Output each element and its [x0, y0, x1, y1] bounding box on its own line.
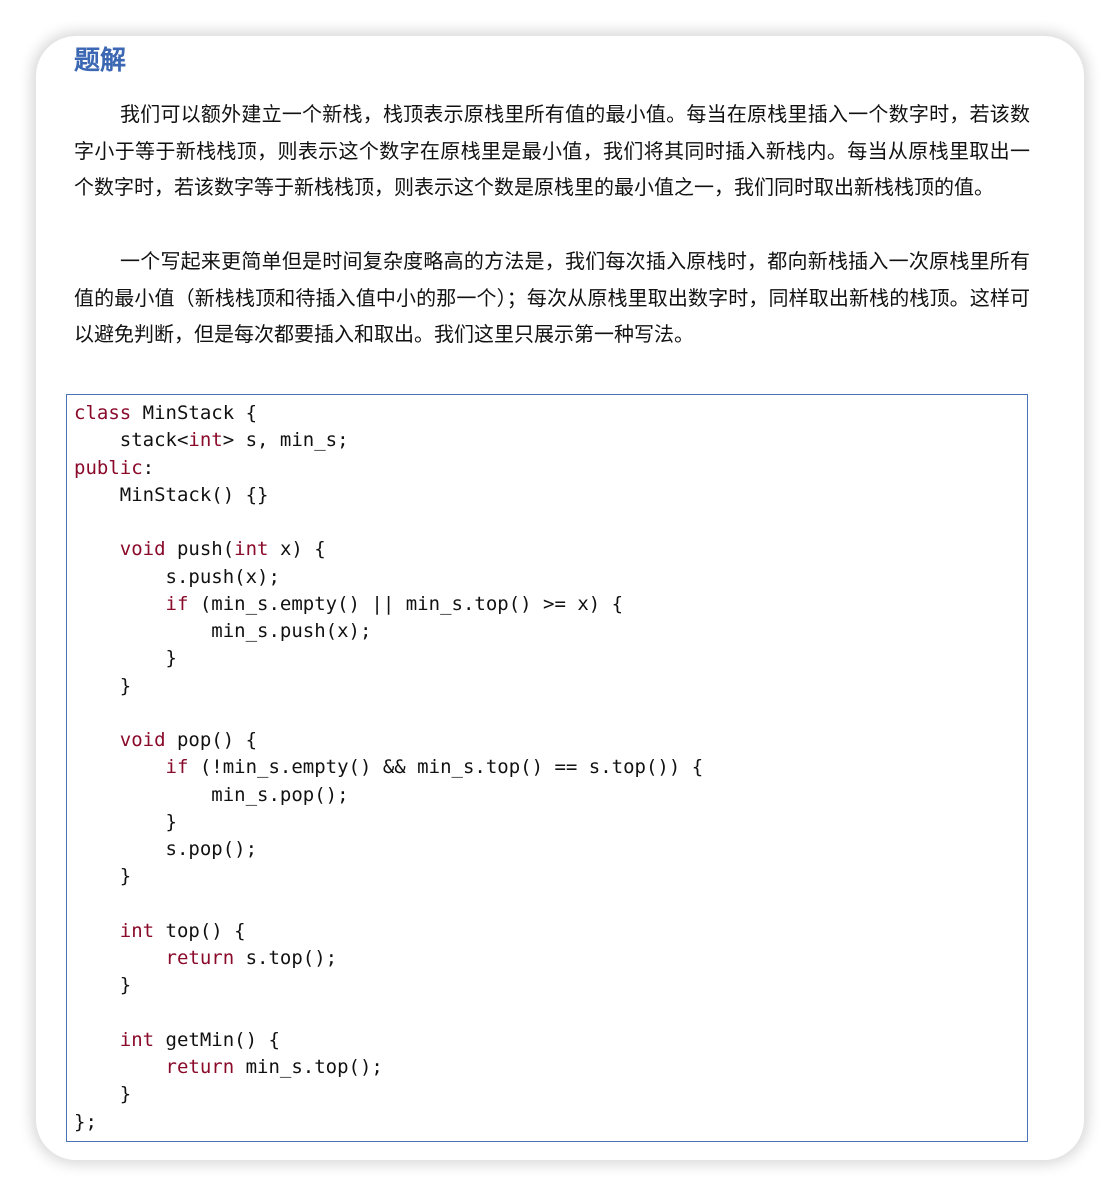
code-block: class MinStack { stack<int> s, min_s; pu… [66, 394, 1028, 1142]
code-text: s.pop(); [74, 838, 258, 860]
code-text: } [74, 810, 177, 833]
code-keyword: return [165, 947, 235, 969]
code-line: min_s.push(x); [74, 620, 371, 642]
code-listing: class MinStack { stack<int> s, min_s; pu… [74, 400, 703, 1136]
code-line: if (min_s.empty() || min_s.top() >= x) { [74, 592, 624, 615]
code-line: } [74, 647, 177, 669]
explanation-paragraph-2: 一个写起来更简单但是时间复杂度略高的方法是，我们每次插入原栈时，都向新栈插入一次… [74, 249, 1030, 347]
code-text: } [74, 974, 132, 997]
code-line: }; [74, 1111, 97, 1133]
code-keyword: int [188, 429, 223, 452]
code-text: min_s.pop(); [74, 783, 349, 806]
code-text: min_s.top(); [234, 1056, 383, 1078]
code-line: min_s.pop(); [74, 783, 349, 806]
code-keyword: if [165, 592, 189, 615]
code-line: return min_s.top(); [74, 1056, 383, 1078]
code-text: }; [74, 1110, 97, 1133]
code-line: MinStack() {} [74, 483, 269, 506]
code-keyword: class [74, 402, 132, 424]
code-line: stack<int> s, min_s; [74, 429, 349, 451]
code-keyword: return [165, 1056, 235, 1078]
code-keyword: void [119, 538, 166, 561]
code-line: int top() { [74, 920, 246, 942]
code-keyword: if [165, 756, 189, 779]
code-text: min_s.push(x); [74, 620, 372, 642]
code-keyword: int [119, 919, 155, 942]
code-line: int getMin() { [74, 1029, 280, 1051]
code-keyword: int [234, 538, 269, 561]
code-line: s.pop(); [74, 838, 258, 860]
code-line: class MinStack { [74, 402, 257, 424]
code-line: void push(int x) { [74, 538, 326, 560]
code-text: } [74, 647, 177, 670]
code-line: } [74, 1083, 131, 1105]
code-keyword: public [74, 456, 143, 479]
solution-card: 题解 我们可以额外建立一个新栈，栈顶表示原栈里所有值的最小值。每当在原栈里插入一… [36, 36, 1084, 1160]
code-keyword: int [119, 1028, 155, 1051]
section-heading: 题解 [74, 46, 127, 76]
code-text: (min_s.empty() || min_s.top() >= x) { [188, 592, 624, 615]
code-line: return s.top(); [74, 947, 338, 969]
code-line: public: [74, 457, 154, 479]
code-text: } [74, 1083, 132, 1106]
code-keyword: void [119, 729, 166, 751]
code-line: s.push(x); [74, 566, 280, 588]
code-text: } [74, 674, 132, 697]
code-text: (!min_s.empty() && min_s.top() == s.top(… [188, 756, 704, 779]
code-line: void pop() { [74, 729, 257, 751]
code-line: } [74, 974, 131, 996]
code-text: : [142, 456, 155, 479]
code-text: top() { [154, 919, 246, 942]
code-text: } [74, 865, 132, 888]
code-text: x) { [268, 538, 326, 561]
explanation-paragraph-1: 我们可以额外建立一个新栈，栈顶表示原栈里所有值的最小值。每当在原栈里插入一个数字… [74, 102, 1030, 200]
code-text: MinStack { [131, 402, 258, 424]
code-text: s.top(); [234, 947, 338, 969]
code-text: > s, min_s; [222, 429, 349, 452]
code-line: } [74, 865, 131, 887]
code-text: pop() { [165, 729, 258, 751]
code-line: } [74, 675, 131, 697]
code-text: MinStack() {} [74, 483, 269, 506]
code-text: push( [165, 538, 235, 561]
code-text: getMin() { [154, 1028, 280, 1051]
code-line: if (!min_s.empty() && min_s.top() == s.t… [74, 756, 704, 779]
code-text: s.push(x); [74, 565, 280, 588]
code-text: stack< [74, 429, 189, 452]
code-line: } [74, 811, 177, 833]
